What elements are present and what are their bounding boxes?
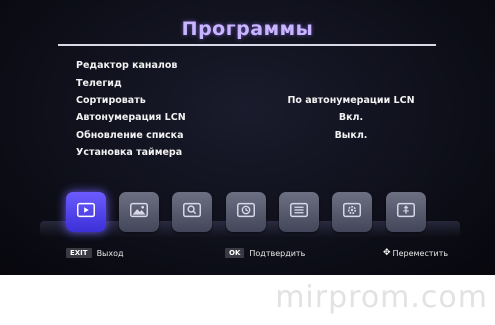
dock-item-search[interactable] <box>172 192 212 232</box>
dock-item-timer[interactable] <box>226 192 266 232</box>
title-divider <box>58 44 436 46</box>
dock-item-usb[interactable] <box>386 192 426 232</box>
list-icon <box>288 199 310 225</box>
picture-icon <box>128 199 150 225</box>
menu-item-value: Вкл. <box>338 112 364 124</box>
move-hint: ✥ Переместить <box>383 248 448 258</box>
move-arrows-icon: ✥ <box>383 248 391 258</box>
menu-item-lcn[interactable]: Автонумерация LCN Вкл. <box>76 109 436 126</box>
menu-item-label: Обновление списка <box>76 129 184 141</box>
menu-item-channel-editor[interactable]: Редактор каналов <box>76 57 436 74</box>
program-menu: Редактор каналов Телегид Сортировать По … <box>76 57 436 161</box>
menu-item-label: Сортировать <box>76 94 146 106</box>
ok-label: Подтвердить <box>249 248 306 258</box>
page-title: Программы <box>181 18 314 40</box>
menu-item-label: Установка таймера <box>76 147 183 159</box>
clock-icon <box>235 199 257 225</box>
ok-key: OK <box>225 248 245 258</box>
menu-item-value: Выкл. <box>334 129 368 141</box>
menu-item-label: Телегид <box>76 77 122 89</box>
ok-hint[interactable]: OK Подтвердить <box>225 248 305 258</box>
dock-item-settings[interactable] <box>332 192 372 232</box>
menu-item-value: По автонумерации LCN <box>287 94 415 106</box>
dock-item-tv[interactable] <box>66 192 106 232</box>
exit-key: EXIT <box>66 248 92 258</box>
footer-hints: EXIT Выход OK Подтвердить ✥ Переместить <box>0 248 495 264</box>
exit-label: Выход <box>96 248 124 258</box>
move-label: Переместить <box>392 248 449 258</box>
search-icon <box>181 199 203 225</box>
usb-icon <box>395 199 417 225</box>
tv-icon <box>75 199 97 225</box>
menu-item-timer[interactable]: Установка таймера <box>76 144 436 161</box>
menu-item-label: Автонумерация LCN <box>76 112 186 124</box>
tv-screen: Программы Редактор каналов Телегид Сорти… <box>0 0 495 275</box>
watermark: mirprom.com <box>275 280 488 315</box>
menu-item-list-update[interactable]: Обновление списка Выкл. <box>76 127 436 144</box>
dock-item-list[interactable] <box>279 192 319 232</box>
exit-hint[interactable]: EXIT Выход <box>66 248 124 258</box>
gear-icon <box>341 199 363 225</box>
menu-item-label: Редактор каналов <box>76 60 178 72</box>
dock-item-pictures[interactable] <box>119 192 159 232</box>
menu-item-sort[interactable]: Сортировать По автонумерации LCN <box>76 92 436 109</box>
menu-item-epg[interactable]: Телегид <box>76 74 436 91</box>
